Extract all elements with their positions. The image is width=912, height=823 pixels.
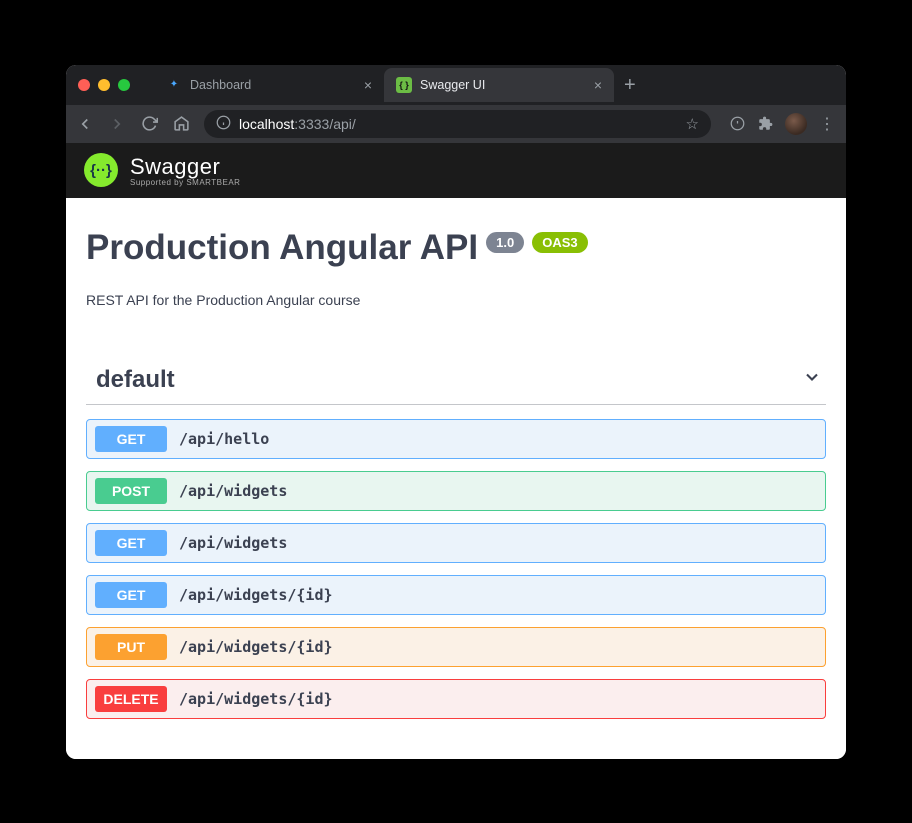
- new-tab-button[interactable]: +: [614, 75, 646, 95]
- operation-row[interactable]: POST/api/widgets: [86, 471, 826, 511]
- chevron-down-icon: [802, 367, 822, 393]
- operation-row[interactable]: GET/api/widgets/{id}: [86, 575, 826, 615]
- browser-window: ✦ Dashboard × { } Swagger UI × +: [66, 65, 846, 759]
- operations-list: GET/api/helloPOST/api/widgetsGET/api/wid…: [86, 419, 826, 719]
- method-badge: GET: [95, 530, 167, 556]
- tab-bar: ✦ Dashboard × { } Swagger UI × +: [66, 65, 846, 105]
- operation-path: /api/widgets: [179, 482, 287, 500]
- swagger-favicon-icon: { }: [396, 77, 412, 93]
- menu-button[interactable]: ⋮: [819, 114, 836, 134]
- swagger-logo-text: Swagger Supported by SMARTBEAR: [130, 154, 240, 187]
- url-input[interactable]: localhost:3333/api/ ☆: [204, 110, 711, 138]
- toolbar-extensions: ⋮: [729, 113, 836, 135]
- address-bar: localhost:3333/api/ ☆ ⋮: [66, 105, 846, 143]
- swagger-logo-icon: {··}: [84, 153, 118, 187]
- tab-title: Dashboard: [190, 78, 251, 92]
- method-badge: PUT: [95, 634, 167, 660]
- tab-dashboard[interactable]: ✦ Dashboard ×: [154, 68, 384, 102]
- reload-button[interactable]: [140, 115, 158, 133]
- dashboard-favicon-icon: ✦: [166, 77, 182, 93]
- operation-path: /api/widgets/{id}: [179, 690, 333, 708]
- method-badge: GET: [95, 426, 167, 452]
- bookmark-icon[interactable]: ☆: [686, 115, 699, 133]
- info-ext-icon[interactable]: [729, 116, 745, 132]
- operation-path: /api/widgets/{id}: [179, 638, 333, 656]
- browser-chrome: ✦ Dashboard × { } Swagger UI × +: [66, 65, 846, 143]
- swagger-content: Production Angular API 1.0 OAS3 REST API…: [66, 198, 846, 759]
- operation-path: /api/widgets/{id}: [179, 586, 333, 604]
- window-controls: [78, 79, 130, 91]
- tag-header[interactable]: default: [86, 358, 826, 405]
- tab-swagger-ui[interactable]: { } Swagger UI ×: [384, 68, 614, 102]
- tag-section-default: default GET/api/helloPOST/api/widgetsGET…: [86, 358, 826, 719]
- swagger-topbar: {··} Swagger Supported by SMARTBEAR: [66, 143, 846, 198]
- method-badge: GET: [95, 582, 167, 608]
- forward-button[interactable]: [108, 115, 126, 133]
- operation-path: /api/hello: [179, 430, 269, 448]
- operation-path: /api/widgets: [179, 534, 287, 552]
- extensions-icon[interactable]: [757, 116, 773, 132]
- operation-row[interactable]: DELETE/api/widgets/{id}: [86, 679, 826, 719]
- operation-row[interactable]: GET/api/widgets: [86, 523, 826, 563]
- operation-row[interactable]: PUT/api/widgets/{id}: [86, 627, 826, 667]
- window-minimize-button[interactable]: [98, 79, 110, 91]
- close-icon[interactable]: ×: [364, 78, 372, 92]
- version-badge: 1.0: [486, 232, 524, 253]
- window-close-button[interactable]: [78, 79, 90, 91]
- close-icon[interactable]: ×: [594, 78, 602, 92]
- window-zoom-button[interactable]: [118, 79, 130, 91]
- tab-title: Swagger UI: [420, 78, 485, 92]
- operation-row[interactable]: GET/api/hello: [86, 419, 826, 459]
- api-description: REST API for the Production Angular cour…: [86, 292, 826, 308]
- tag-name: default: [96, 366, 175, 394]
- url-text: localhost:3333/api/: [239, 116, 356, 132]
- profile-avatar[interactable]: [785, 113, 807, 135]
- back-button[interactable]: [76, 115, 94, 133]
- site-info-icon[interactable]: [216, 115, 231, 133]
- method-badge: DELETE: [95, 686, 167, 712]
- method-badge: POST: [95, 478, 167, 504]
- home-button[interactable]: [172, 115, 190, 133]
- api-title-row: Production Angular API 1.0 OAS3: [86, 228, 826, 268]
- api-title: Production Angular API: [86, 228, 478, 268]
- oas-badge: OAS3: [532, 232, 587, 253]
